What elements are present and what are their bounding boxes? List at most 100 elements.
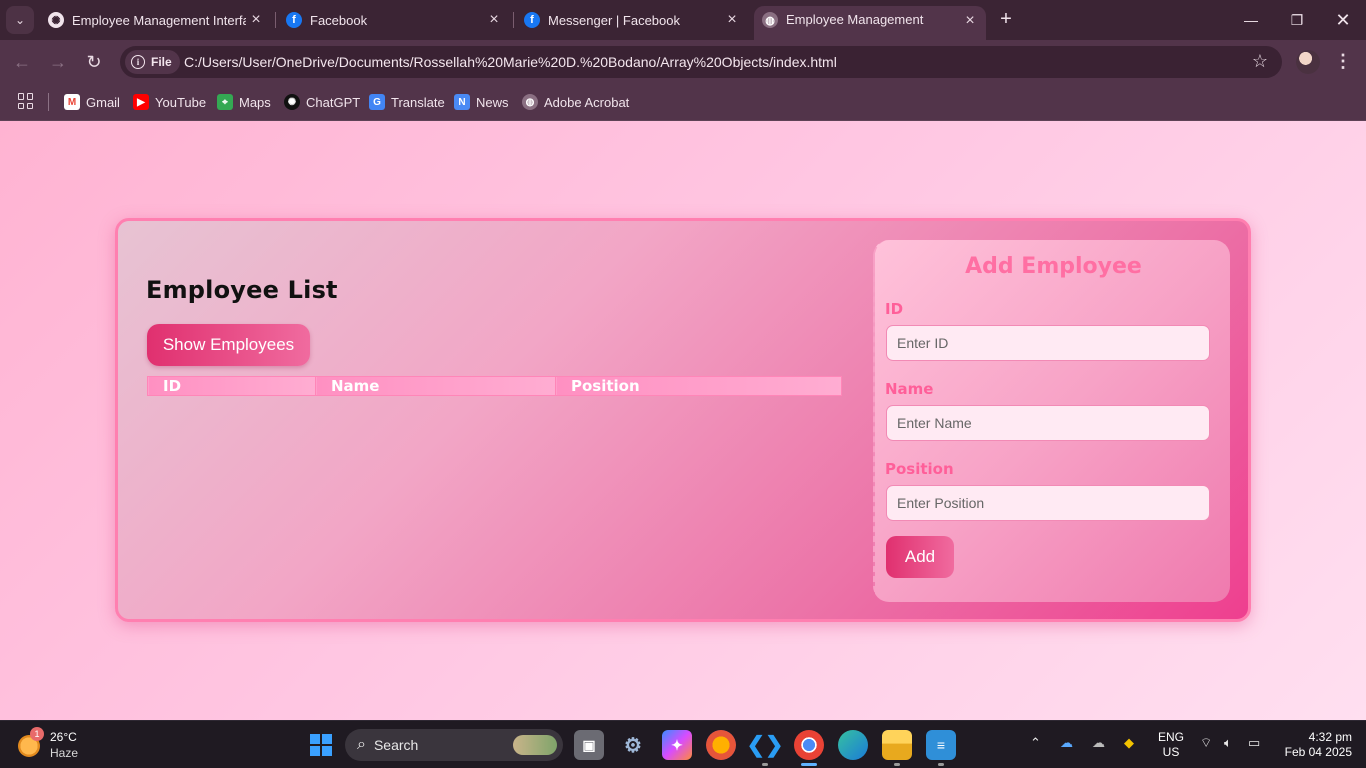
window-close-button[interactable]: ✕	[1320, 0, 1366, 40]
file-explorer-icon[interactable]	[882, 730, 912, 760]
position-label: Position	[885, 460, 954, 478]
input-language[interactable]: ENG US	[1158, 730, 1184, 760]
employee-table: ID Name Position	[147, 376, 842, 425]
app-tray-icon[interactable]: ◆	[1124, 735, 1134, 751]
table-header-row: ID Name Position	[147, 376, 842, 396]
more-vertical-icon: ⋮	[1334, 51, 1352, 71]
site-info-chip[interactable]: i File	[125, 50, 180, 74]
taskbar-search[interactable]: ⌕ Search	[345, 729, 563, 761]
tab-title: Messenger | Facebook	[548, 12, 680, 28]
weather-widget[interactable]: 1 26°C Haze	[16, 727, 106, 763]
vscode-icon[interactable]: ❮❯	[747, 730, 784, 760]
chatgpt-icon: ✺	[48, 12, 64, 28]
employee-card: Employee List Show Employees ID Name Pos…	[115, 218, 1251, 622]
youtube-icon: ▶	[133, 94, 149, 110]
add-employee-title: Add Employee	[965, 254, 1142, 279]
close-icon[interactable]: ×	[722, 11, 742, 29]
chevron-up-icon[interactable]: ⌃	[1030, 735, 1041, 751]
arrow-right-icon: →	[49, 52, 67, 72]
bookmark-news[interactable]: N News	[454, 92, 509, 112]
tab-divider	[513, 12, 514, 28]
tab-search-button[interactable]: ⌄	[6, 6, 34, 34]
bookmark-gmail[interactable]: M Gmail	[64, 92, 120, 112]
apps-grid-icon[interactable]	[18, 93, 34, 109]
browser-menu-button[interactable]: ⋮	[1334, 50, 1352, 74]
search-highlight-image	[513, 735, 557, 755]
id-label: ID	[885, 300, 904, 318]
column-header-name: Name	[315, 376, 556, 396]
bookmark-label: ChatGPT	[306, 94, 361, 110]
notification-badge: 1	[30, 727, 44, 741]
chrome-icon[interactable]	[794, 730, 824, 760]
task-view-icon[interactable]: ▣	[574, 730, 604, 760]
search-icon: ⌕	[357, 736, 366, 753]
volume-icon[interactable]: 🔈︎	[1224, 735, 1232, 751]
bookmark-youtube[interactable]: ▶ YouTube	[133, 92, 206, 112]
forward-button[interactable]: →	[46, 50, 70, 74]
clock-time: 4:32 pm	[1308, 730, 1352, 744]
tab-employee-management[interactable]: ◍ Employee Management ×	[754, 6, 986, 40]
url-text[interactable]: C:/Users/User/OneDrive/Documents/Rossell…	[184, 54, 837, 70]
restore-button[interactable]: ❐	[1274, 0, 1320, 40]
close-icon[interactable]: ×	[484, 11, 504, 29]
onedrive-cloud-icon[interactable]: ☁	[1060, 735, 1073, 751]
battery-icon[interactable]: ▭	[1248, 735, 1260, 751]
windows-start-icon[interactable]	[306, 730, 336, 760]
maps-icon: ⌖	[217, 94, 233, 110]
bookmark-chatgpt[interactable]: ✺ ChatGPT	[284, 92, 360, 112]
minimize-button[interactable]: —	[1228, 0, 1274, 40]
weather-condition: Haze	[50, 746, 79, 760]
notepad-icon[interactable]: ≡	[926, 730, 956, 760]
active-app-indicator	[801, 763, 817, 766]
add-employee-form: Add Employee ID Name Position Add	[873, 240, 1230, 602]
tab-title: Facebook	[310, 12, 368, 28]
globe-icon: ◍	[762, 12, 778, 28]
bookmark-star-icon[interactable]: ☆	[1252, 51, 1268, 72]
new-tab-button[interactable]: +	[994, 8, 1018, 32]
taskbar-search-label: Search	[373, 737, 419, 753]
bookmark-maps[interactable]: ⌖ Maps	[217, 92, 271, 112]
back-button[interactable]: ←	[10, 50, 34, 74]
name-label: Name	[885, 380, 934, 398]
position-input[interactable]	[886, 485, 1210, 521]
show-employees-button[interactable]: Show Employees	[147, 324, 310, 366]
close-icon: ✕	[1335, 9, 1351, 30]
tab-title: Employee Management Interface	[72, 12, 246, 28]
close-icon[interactable]: ×	[246, 11, 266, 29]
add-employee-button[interactable]: Add	[886, 536, 954, 578]
settings-gear-icon[interactable]: ⚙	[618, 730, 648, 760]
bookmark-label: YouTube	[155, 94, 207, 110]
edge-icon[interactable]	[838, 730, 868, 760]
bookmarks-divider	[48, 93, 49, 111]
restore-icon: ❐	[1290, 11, 1304, 28]
profile-avatar[interactable]	[1296, 50, 1320, 74]
name-input[interactable]	[886, 405, 1210, 441]
onedrive-paused-icon[interactable]: ☁	[1092, 735, 1105, 751]
bookmark-adobe-acrobat[interactable]: ◍ Adobe Acrobat	[522, 92, 629, 112]
tab-messenger-facebook[interactable]: f Messenger | Facebook ×	[516, 6, 748, 34]
facebook-icon: f	[286, 12, 302, 28]
id-input[interactable]	[886, 325, 1210, 361]
system-clock[interactable]: 4:32 pm Feb 04 2025	[1276, 730, 1352, 760]
address-bar[interactable]: i File C:/Users/User/OneDrive/Documents/…	[120, 46, 1282, 78]
bookmarks-bar: M Gmail ▶ YouTube ⌖ Maps ✺ ChatGPT G Tra…	[0, 84, 1366, 121]
column-header-id: ID	[147, 376, 316, 396]
globe-icon: ◍	[522, 94, 538, 110]
copilot-icon[interactable]: ✦	[662, 730, 692, 760]
clock-date: Feb 04 2025	[1284, 745, 1352, 759]
scheme-label: File	[151, 55, 172, 69]
bookmark-translate[interactable]: G Translate	[369, 92, 445, 112]
firefox-icon[interactable]	[706, 730, 736, 760]
tab-divider	[275, 12, 276, 28]
bookmark-label: News	[476, 94, 509, 110]
tab-strip: ⌄ ✺ Employee Management Interface × f Fa…	[0, 0, 1366, 40]
taskbar: 1 26°C Haze ⌕ Search ▣ ⚙ ✦ ❮❯ ≡ ⌃ ☁ ☁ ◆ …	[0, 720, 1366, 768]
reload-button[interactable]: ↻	[82, 50, 106, 74]
wifi-icon[interactable]: ⌔	[1200, 735, 1212, 751]
reload-icon: ↻	[86, 52, 102, 72]
tab-facebook[interactable]: f Facebook ×	[278, 6, 510, 34]
employee-table-body	[148, 396, 842, 425]
close-icon[interactable]: ×	[960, 12, 980, 30]
tab-employee-management-interface[interactable]: ✺ Employee Management Interface ×	[40, 6, 272, 34]
bookmark-label: Gmail	[86, 94, 120, 110]
